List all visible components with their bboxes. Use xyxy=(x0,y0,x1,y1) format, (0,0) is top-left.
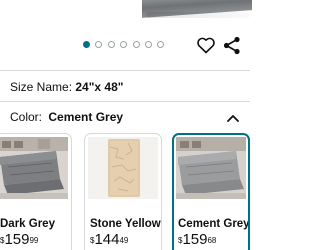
price-cents: 99 xyxy=(29,236,39,245)
chevron-up-icon xyxy=(227,115,239,122)
divider xyxy=(0,101,250,102)
color-value: Cement Grey xyxy=(48,110,124,124)
swatch-card-cement-grey[interactable]: Cement Grey $15968 xyxy=(172,133,250,250)
swatch-name: Dark Grey xyxy=(0,218,55,230)
swatch-image-stone-yellow xyxy=(88,137,158,199)
swatch-image-cement-grey xyxy=(176,137,246,199)
swatch-name: Stone Yellow xyxy=(90,218,161,230)
size-value: 24"x 48" xyxy=(75,80,124,94)
price-dollars: 159 xyxy=(182,231,208,248)
carousel-dot[interactable] xyxy=(157,41,165,48)
swatch-image-dark-grey xyxy=(0,137,68,199)
price-currency: $ xyxy=(178,236,183,245)
share-icon xyxy=(223,36,240,55)
swatch-price: $14449 xyxy=(90,231,129,248)
carousel-dot[interactable] xyxy=(120,41,128,48)
price-cents: 68 xyxy=(207,236,217,245)
price-cents: 49 xyxy=(119,236,129,245)
carousel-dot[interactable] xyxy=(83,41,90,48)
size-selector[interactable]: Size Name: 24"x 48" xyxy=(10,80,123,94)
divider xyxy=(0,70,250,71)
size-label: Size Name: xyxy=(10,80,73,94)
carousel-dot[interactable] xyxy=(144,41,152,48)
color-swatch-list: Dark Grey $15999 Stone Yellow $14449 Cem… xyxy=(0,133,250,250)
price-currency: $ xyxy=(0,236,5,245)
price-dollars: 144 xyxy=(94,231,120,248)
swatch-price: $15968 xyxy=(178,231,217,248)
share-button[interactable] xyxy=(223,36,241,55)
heart-icon xyxy=(197,37,215,54)
swatch-name: Cement Grey xyxy=(178,218,250,230)
swatch-card-stone-yellow[interactable]: Stone Yellow $14449 xyxy=(84,133,162,250)
carousel-dot[interactable] xyxy=(132,41,140,48)
color-label: Color: xyxy=(10,110,43,124)
panel-image-shadow xyxy=(146,12,250,18)
carousel-dot[interactable] xyxy=(95,41,103,48)
carousel-dots xyxy=(83,41,165,48)
product-image[interactable] xyxy=(0,0,252,30)
color-collapse-toggle[interactable] xyxy=(226,110,240,122)
product-options-page: Size Name: 24"x 48" Color: Cement Grey D… xyxy=(0,0,252,250)
swatch-price: $15999 xyxy=(0,231,39,248)
swatch-card-dark-grey[interactable]: Dark Grey $15999 xyxy=(0,133,72,250)
price-currency: $ xyxy=(90,236,95,245)
price-dollars: 159 xyxy=(4,231,30,248)
color-selector[interactable]: Color: Cement Grey xyxy=(10,110,123,124)
like-button[interactable] xyxy=(197,37,215,54)
carousel-dot[interactable] xyxy=(107,41,115,48)
